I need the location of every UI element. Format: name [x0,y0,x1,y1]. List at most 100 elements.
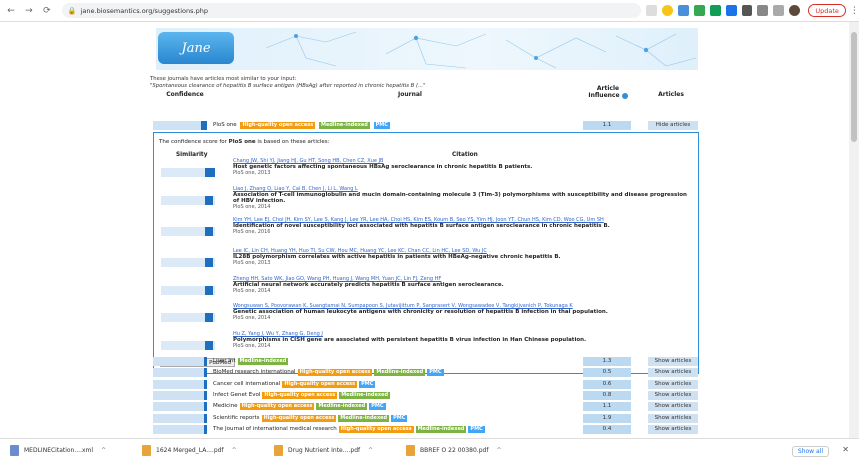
bookmark-star-icon[interactable] [661,5,673,16]
influence-value: 0.8 [583,390,631,400]
show-all-button[interactable]: Show all [791,446,829,457]
show-articles-button[interactable]: Show articles [648,379,698,389]
journal-tag: High-quality open access [282,380,358,388]
confidence-bar [153,413,207,423]
influence-value: 1.1 [583,121,631,130]
influence-value: 1.9 [583,413,631,423]
download-filename: MEDLINECitation....xml [24,447,94,454]
citation: Lee IC, Lin CH, Huang YH, Huo TI, Su CW,… [233,248,693,266]
browser-toolbar: ← → ⟳ 🔒 jane.biosemantics.org/suggestion… [0,0,859,22]
menu-icon[interactable]: ⋮ [850,6,859,16]
confidence-bar-fill [204,424,207,434]
avatar[interactable] [789,5,801,16]
sidebar-icon[interactable] [773,5,785,16]
chevron-up-icon[interactable]: ^ [232,447,237,454]
tag-medline: Medline-indexed [318,122,370,129]
download-item[interactable]: BBREF O 22 00380.pdf ^ [406,445,528,456]
chevron-up-icon[interactable]: ^ [496,447,501,454]
journal-tag: High-quality open access [261,414,337,422]
journal-tag: PMC [359,380,376,388]
journal-tag: PMC [391,414,408,422]
file-icon [274,445,283,456]
help-icon[interactable] [621,92,628,99]
journal-row: BioMed research international High-qualit… [153,368,699,378]
confidence-bar [153,424,207,434]
show-articles-button[interactable]: Show articles [648,357,698,366]
extension-icon[interactable] [693,5,705,16]
journal-title: The Journal of international medical res… [213,425,337,432]
address-bar[interactable]: 🔒 jane.biosemantics.org/suggestions.php [61,3,641,18]
show-articles-button[interactable]: Show articles [648,390,698,400]
journal-row: The Journal of international medical res… [153,424,699,435]
influence-value: 0.6 [583,379,631,389]
citation: Chang JW, Shi YJ, Jiang HJ, Gu HT, Song … [233,158,693,176]
citation: Liao J, Zhang Q, Liao Y, Cai B, Chen J, … [233,186,693,210]
journal-title: Infect Genet Evol [213,391,261,398]
file-icon [406,445,415,456]
journal-name: The Journal of international medical res… [213,425,485,433]
extension-icon[interactable] [677,5,689,16]
download-item[interactable]: Drug Nutrient Inte....pdf ^ [274,445,396,456]
file-icon [10,445,19,456]
jane-logo[interactable]: Jane [158,32,234,64]
extension-icon[interactable] [709,5,721,16]
show-articles-button[interactable]: Show articles [648,402,698,412]
journal-tag: High-quality open access [297,369,373,377]
journal-name: PloS one High-quality open access Medlin… [213,122,390,129]
similarity-bar-fill [205,196,213,205]
chevron-up-icon[interactable]: ^ [368,447,373,454]
close-icon[interactable]: ✕ [842,445,849,454]
download-item[interactable]: MEDLINECitation....xml ^ [10,445,132,456]
journal-name: Liver Int Medline-indexed [213,358,289,365]
extension-icon[interactable] [725,5,737,16]
journal-tag: PMC [369,403,386,411]
journal-tag: PMC [427,369,444,377]
reload-icon[interactable]: ⟳ [40,4,54,18]
citation: Hu Z, Yang J, Wu Y, Zhang G, Deng J Polym… [233,331,693,349]
url-text: jane.biosemantics.org/suggestions.php [80,6,208,15]
journal-tag: PMC [468,425,485,433]
confidence-bar-fill [204,413,207,423]
journal-title: Cancer cell international [213,380,281,387]
influence-value: 0.5 [583,368,631,378]
journal-title: Liver Int [213,358,236,364]
citation-journal: PloS one, 2016 [233,229,271,235]
confidence-bar [153,390,207,400]
share-icon[interactable] [645,5,657,16]
forward-icon[interactable]: → [22,4,36,18]
journal-title: Medicine [213,403,238,410]
scrollbar-thumb[interactable] [851,32,857,142]
show-articles-button[interactable]: Show articles [648,413,698,423]
download-item[interactable]: 1624 Merged_LA....pdf ^ [142,445,264,456]
journal-name: Scientific reports High-quality open acce… [213,414,408,422]
chevron-up-icon[interactable]: ^ [101,447,106,454]
update-button[interactable]: Update [808,4,846,17]
citation-journal: PloS one, 2014 [233,315,271,321]
file-icon [142,445,151,456]
confidence-bar-fill [204,357,207,366]
download-filename: 1624 Merged_LA....pdf [156,447,224,454]
scrollbar[interactable] [849,22,859,438]
reading-list-icon[interactable] [757,5,769,16]
influence-value: 1.1 [583,402,631,412]
panel-lead: The confidence score for PloS one is bas… [159,139,330,145]
puzzle-icon[interactable] [741,5,753,16]
confidence-bar [153,357,207,366]
lead-journal: PloS one [228,139,256,145]
citation-journal: PloS one, 2014 [233,288,271,294]
journal-row: Scientific reports High-quality open acce… [153,413,699,424]
influence-value: 1.3 [583,357,631,366]
show-articles-button[interactable]: Show articles [648,368,698,378]
page-content: Jane These journals have articles most s… [0,22,849,438]
back-icon[interactable]: ← [4,4,18,18]
show-articles-button[interactable]: Show articles [648,424,698,434]
journal-tag: Medline-indexed [338,414,390,422]
citation: Wongsuwan S, Poovorawan K, Suangtamai N,… [233,303,693,321]
hide-articles-button[interactable]: Hide articles [648,121,698,130]
journal-tag: Medline-indexed [339,391,391,399]
similarity-bar-fill [205,313,213,322]
tag-pmc: PMC [373,122,390,129]
journal-header: Journal [398,91,422,98]
tag-high-quality: High-quality open access [240,122,316,129]
confidence-bar [153,402,207,412]
